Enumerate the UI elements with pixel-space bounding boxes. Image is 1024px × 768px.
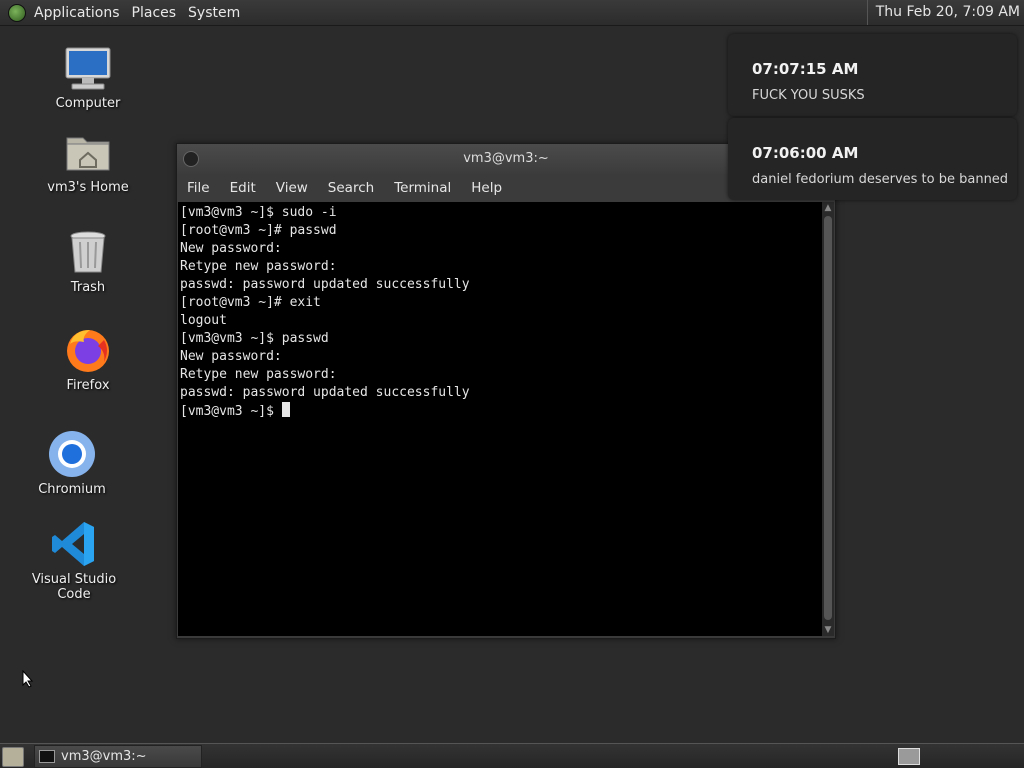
terminal-line: [vm3@vm3 ~]$ passwd — [180, 331, 329, 346]
terminal-output[interactable]: [vm3@vm3 ~]$ sudo -i [root@vm3 ~]# passw… — [178, 202, 822, 636]
terminal-line: passwd: password updated successfully — [180, 277, 470, 292]
gnome-logo-icon[interactable] — [8, 3, 26, 22]
notification-time: 07:06:00 AM — [752, 144, 859, 162]
desktop-icon-firefox[interactable]: Firefox — [28, 326, 148, 393]
mouse-pointer-icon — [22, 669, 34, 692]
workspace-switcher[interactable] — [898, 748, 920, 765]
system-menu[interactable]: System — [182, 5, 246, 21]
panel-clock[interactable]: Thu Feb 20, 7:09 AM — [866, 0, 1020, 25]
terminal-line: Retype new password: — [180, 259, 337, 274]
desktop-icon-label: Chromium — [38, 482, 106, 497]
notification-message: FUCK YOU SUSKS — [752, 88, 865, 103]
scrollbar-thumb[interactable] — [824, 216, 832, 620]
top-panel: Applications Places System Thu Feb 20, 7… — [0, 0, 1024, 26]
taskbar-item-label: vm3@vm3:~ — [61, 749, 147, 764]
terminal-line: logout — [180, 313, 227, 328]
places-menu[interactable]: Places — [126, 5, 183, 21]
computer-icon — [64, 44, 112, 92]
trash-icon — [64, 228, 112, 276]
taskbar-item-terminal[interactable]: vm3@vm3:~ — [34, 745, 202, 768]
menu-view[interactable]: View — [266, 180, 318, 196]
terminal-scrollbar[interactable]: ▲ ▼ — [822, 202, 834, 636]
terminal-line: passwd: password updated successfully — [180, 385, 470, 400]
firefox-icon — [64, 326, 112, 374]
terminal-line: New password: — [180, 241, 282, 256]
notification-1[interactable]: 07:07:15 AM FUCK YOU SUSKS — [728, 34, 1017, 116]
notification-2[interactable]: 07:06:00 AM daniel fedorium deserves to … — [728, 118, 1017, 200]
vscode-icon — [50, 520, 98, 568]
desktop-icon-vscode[interactable]: Visual Studio Code — [14, 520, 134, 602]
terminal-line: New password: — [180, 349, 282, 364]
scroll-up-icon[interactable]: ▲ — [822, 202, 834, 214]
window-title: vm3@vm3:~ — [463, 151, 549, 166]
terminal-line: Retype new password: — [180, 367, 337, 382]
bottom-panel: vm3@vm3:~ — [0, 743, 1024, 768]
menu-terminal[interactable]: Terminal — [384, 180, 461, 196]
terminal-line: [root@vm3 ~]# passwd — [180, 223, 337, 238]
desktop-icon-label: Computer — [55, 96, 121, 111]
desktop-icon-trash[interactable]: Trash — [28, 228, 148, 295]
desktop-icon-label: Trash — [70, 280, 106, 295]
terminal-cursor — [281, 402, 290, 417]
menu-search[interactable]: Search — [318, 180, 384, 196]
terminal-line: [vm3@vm3 ~]$ sudo -i — [180, 205, 337, 220]
desktop-icon-computer[interactable]: Computer — [28, 44, 148, 111]
home-folder-icon — [64, 128, 112, 176]
chromium-icon — [48, 430, 96, 478]
desktop-icon-label: vm3's Home — [47, 180, 129, 195]
terminal-line: [root@vm3 ~]# exit — [180, 295, 321, 310]
applications-menu[interactable]: Applications — [28, 5, 126, 21]
desktop-icon-label: Visual Studio Code — [31, 572, 117, 602]
window-menu-icon[interactable] — [183, 151, 199, 167]
desktop-icon-label: Firefox — [66, 378, 110, 393]
show-desktop-icon[interactable] — [2, 747, 24, 767]
scroll-down-icon[interactable]: ▼ — [822, 624, 834, 636]
menu-help[interactable]: Help — [461, 180, 512, 196]
notification-time: 07:07:15 AM — [752, 60, 859, 78]
desktop-icon-home[interactable]: vm3's Home — [28, 128, 148, 195]
menu-edit[interactable]: Edit — [220, 180, 266, 196]
menu-file[interactable]: File — [177, 180, 220, 196]
notification-message: daniel fedorium deserves to be banned — [752, 172, 1009, 187]
desktop-icon-chromium[interactable]: Chromium — [12, 430, 132, 497]
terminal-window[interactable]: vm3@vm3:~ File Edit View Search Terminal… — [176, 143, 836, 639]
terminal-prompt: [vm3@vm3 ~]$ — [180, 404, 282, 419]
terminal-icon — [39, 750, 55, 763]
